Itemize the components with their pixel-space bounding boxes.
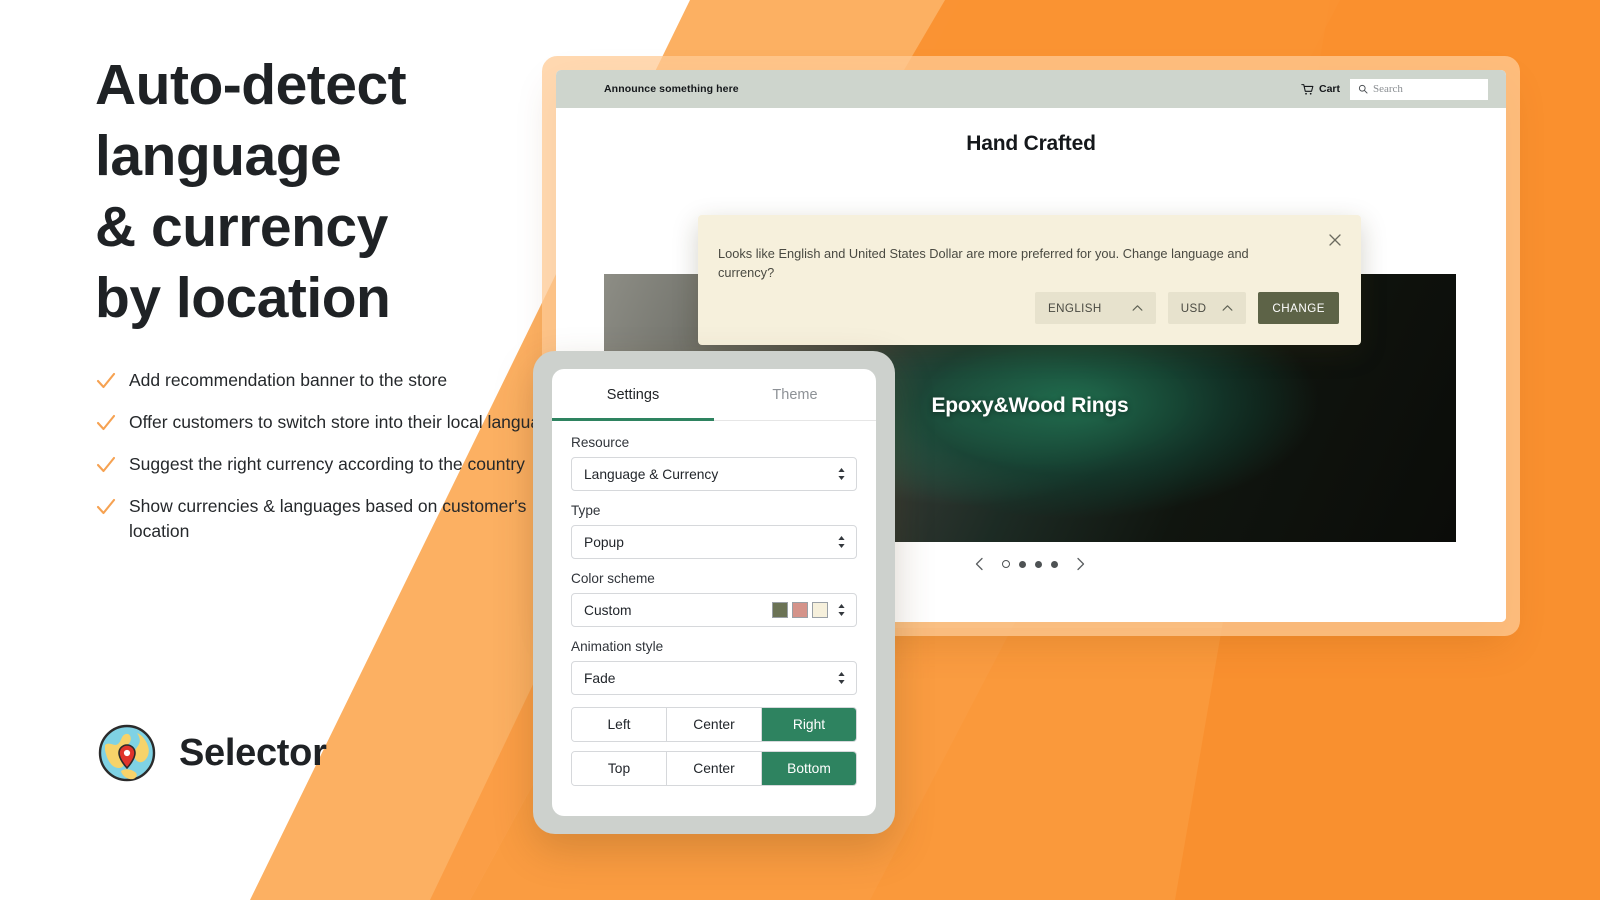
headline-line-1: Auto-detect [95,53,407,117]
search-placeholder: Search [1373,83,1403,95]
carousel-dot[interactable] [1051,560,1058,568]
color-swatch[interactable] [812,602,828,618]
popup-actions: ENGLISH USD CHANGE [1035,292,1339,324]
resource-select[interactable]: Language & Currency [571,457,857,491]
list-item: Suggest the right currency according to … [95,452,565,478]
chevron-left-icon[interactable] [972,556,988,572]
resource-select-value: Language & Currency [584,466,719,482]
position-center-option[interactable]: Center [667,708,762,741]
popup-message: Looks like English and United States Dol… [718,246,1249,280]
field-resource: Resource Language & Currency [571,435,857,491]
check-icon [96,456,116,473]
headline-line-3: & currency [95,195,388,259]
field-animation-style: Animation style Fade [571,639,857,695]
brand-name: Selector [179,731,327,774]
updown-arrows-icon [838,604,845,616]
updown-arrows-icon [838,536,845,548]
field-color-scheme: Color scheme Custom [571,571,857,627]
settings-form: Resource Language & Currency Type Popup [552,421,876,786]
currency-select-value: USD [1180,301,1207,315]
position-bottom-option[interactable]: Bottom [762,752,856,785]
change-button[interactable]: CHANGE [1258,292,1339,324]
check-icon [96,372,116,389]
color-swatches [772,602,828,618]
carousel-dot[interactable] [1019,560,1026,568]
headline-line-4: by location [95,266,391,330]
chevron-right-icon[interactable] [1072,556,1088,572]
search-icon [1358,84,1368,94]
check-icon [96,414,116,431]
position-right-option[interactable]: Right [762,708,856,741]
search-input[interactable]: Search [1350,78,1488,100]
settings-panel: Settings Theme Resource Language & Curre… [552,369,876,816]
field-label: Type [571,503,601,518]
updown-arrows-icon [838,468,845,480]
tab-settings[interactable]: Settings [552,369,714,421]
color-scheme-select-value: Custom [584,602,632,618]
close-icon[interactable] [1327,232,1343,248]
chevron-up-icon [1222,305,1233,311]
store-page-title: Hand Crafted [966,132,1096,155]
carousel-dot[interactable] [1002,560,1010,568]
list-item: Offer customers to switch store into the… [95,410,565,436]
list-item: Show currencies & languages based on cus… [95,494,565,544]
carousel-dots [1002,560,1058,568]
announcement-text: Announce something here [604,83,739,95]
updown-arrows-icon [838,672,845,684]
type-select[interactable]: Popup [571,525,857,559]
globe-pin-icon [98,724,156,782]
horizontal-position-group: Left Center Right [571,707,857,742]
field-type: Type Popup [571,503,857,559]
brand-lockup: Selector [97,723,327,783]
position-left-option[interactable]: Left [572,708,667,741]
animation-style-select[interactable]: Fade [571,661,857,695]
field-label: Resource [571,435,630,450]
language-currency-popup: Looks like English and United States Dol… [698,215,1361,345]
settings-device-frame: Settings Theme Resource Language & Curre… [533,351,895,834]
color-swatch[interactable] [772,602,788,618]
animation-style-select-value: Fade [584,670,616,686]
field-label: Color scheme [571,571,655,586]
list-item-label: Suggest the right currency according to … [129,454,525,474]
position-vcenter-option[interactable]: Center [667,752,762,785]
feature-list: Add recommendation banner to the store O… [95,368,565,544]
chevron-up-icon [1132,305,1143,311]
field-label: Animation style [571,639,664,654]
store-announcement-bar: Announce something here Cart Search [556,70,1506,108]
settings-tabs: Settings Theme [552,369,876,421]
list-item-label: Show currencies & languages based on cus… [129,496,527,541]
language-select-value: ENGLISH [1048,301,1102,315]
list-item-label: Add recommendation banner to the store [129,370,448,390]
headline-line-2: language [95,124,342,188]
cart-icon [1301,83,1314,95]
vertical-position-group: Top Center Bottom [571,751,857,786]
marketing-column: Auto-detect language & currency by locat… [95,50,565,560]
color-scheme-select[interactable]: Custom [571,593,857,627]
cart-label: Cart [1318,83,1340,95]
list-item: Add recommendation banner to the store [95,368,565,394]
page-title: Auto-detect language & currency by locat… [95,50,565,334]
type-select-value: Popup [584,534,624,550]
cart-button[interactable]: Cart [1301,83,1340,96]
carousel-dot[interactable] [1035,560,1042,568]
currency-select[interactable]: USD [1167,292,1247,324]
tab-theme[interactable]: Theme [714,369,876,420]
check-icon [96,498,116,515]
store-header-actions: Cart Search [1301,78,1488,100]
position-top-option[interactable]: Top [572,752,667,785]
color-swatch[interactable] [792,602,808,618]
list-item-label: Offer customers to switch store into the… [129,412,560,432]
language-select[interactable]: ENGLISH [1035,292,1156,324]
